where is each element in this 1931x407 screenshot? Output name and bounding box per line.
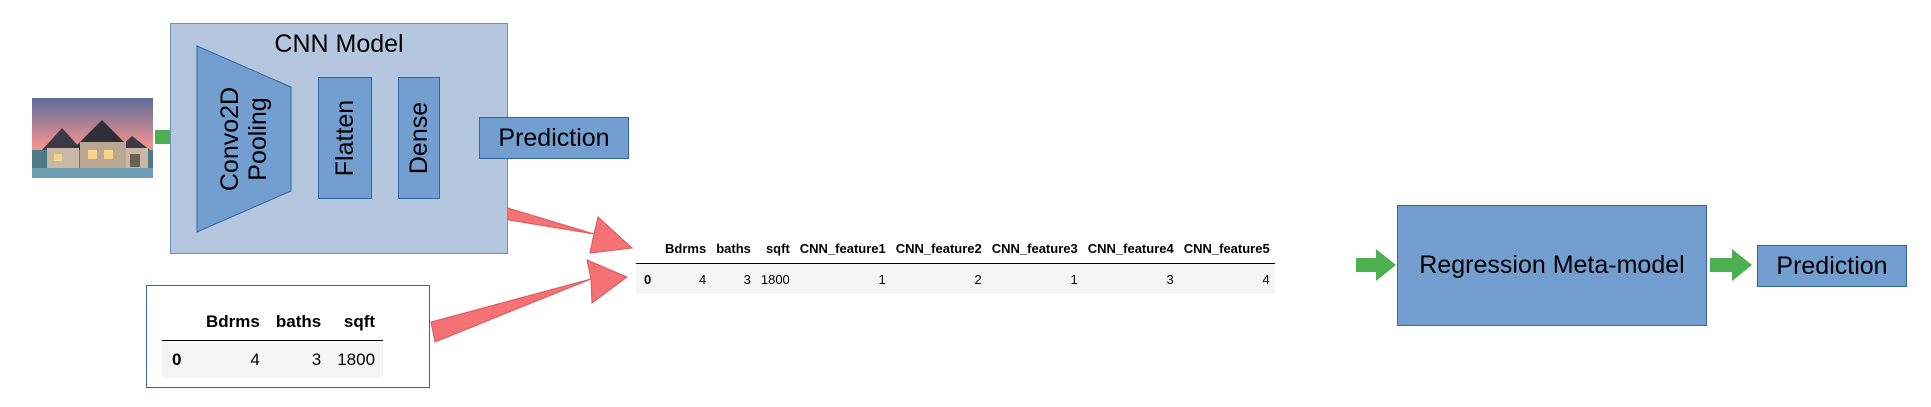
table-row: 0 4 3 1800 1 2 1 3 4 bbox=[636, 263, 1275, 294]
table-header-sqft: sqft bbox=[329, 303, 384, 341]
table-header-row: Bdrms baths sqft bbox=[162, 303, 384, 341]
flatten-layer: Flatten bbox=[318, 77, 372, 199]
table-header-cnn-feature5: CNN_feature5 bbox=[1178, 233, 1275, 264]
cnn-prediction-label: Prediction bbox=[498, 123, 610, 152]
cell-cnn-feature4: 3 bbox=[1166, 271, 1174, 287]
cell-cnn-feature3: 1 bbox=[1070, 271, 1078, 287]
convo2d-pooling-label: Convo2D Pooling bbox=[216, 86, 273, 192]
table-header-index bbox=[636, 233, 660, 264]
regression-meta-model-label: Regression Meta-model bbox=[1419, 251, 1685, 279]
table-header-sqft: sqft bbox=[755, 233, 795, 264]
table-header-index bbox=[162, 303, 198, 341]
arrow-table-to-meta bbox=[1356, 249, 1396, 281]
cell-bdrms: 4 bbox=[250, 349, 260, 369]
convo2d-pooling-label-wrap: Convo2D Pooling bbox=[196, 45, 292, 233]
final-prediction-label: Prediction bbox=[1776, 251, 1888, 280]
cell-cnn-feature2: 2 bbox=[974, 271, 982, 287]
cell-sqft: 1800 bbox=[337, 349, 376, 369]
dense-label: Dense bbox=[405, 101, 434, 175]
house-image bbox=[32, 98, 153, 178]
table-header-cnn-feature3: CNN_feature3 bbox=[986, 233, 1083, 264]
arrow-tabular-to-combined-table bbox=[430, 259, 628, 343]
table-header-baths: baths bbox=[267, 303, 330, 341]
cell-baths: 3 bbox=[311, 349, 322, 369]
final-prediction-box: Prediction bbox=[1757, 245, 1907, 287]
tabular-input-table: Bdrms baths sqft 0 4 3 1800 bbox=[162, 303, 384, 378]
cnn-prediction-box: Prediction bbox=[479, 117, 629, 159]
cell-sqft: 1800 bbox=[760, 271, 790, 287]
arrow-meta-to-prediction bbox=[1710, 249, 1752, 281]
house-photo-icon bbox=[32, 98, 153, 178]
tabular-input-panel: Bdrms baths sqft 0 4 3 1800 bbox=[146, 285, 430, 388]
dense-layer: Dense bbox=[398, 77, 440, 199]
table-header-bdrms: Bdrms bbox=[660, 233, 712, 264]
combined-features-table: Bdrms baths sqft CNN_feature1 CNN_featur… bbox=[636, 233, 1275, 294]
row-index: 0 bbox=[172, 349, 182, 369]
table-row: 0 4 3 1800 bbox=[162, 340, 384, 378]
table-header-bdrms: Bdrms bbox=[198, 303, 268, 341]
cell-baths: 3 bbox=[743, 271, 751, 287]
row-index: 0 bbox=[644, 271, 652, 287]
table-header-row: Bdrms baths sqft CNN_feature1 CNN_featur… bbox=[636, 233, 1275, 264]
cell-cnn-feature1: 1 bbox=[878, 271, 886, 287]
table-header-cnn-feature2: CNN_feature2 bbox=[890, 233, 987, 264]
regression-meta-model-box: Regression Meta-model bbox=[1397, 205, 1707, 326]
flatten-label: Flatten bbox=[331, 99, 359, 177]
cell-bdrms: 4 bbox=[698, 271, 707, 287]
table-header-cnn-feature4: CNN_feature4 bbox=[1082, 233, 1179, 264]
table-header-cnn-feature1: CNN_feature1 bbox=[794, 233, 891, 264]
table-header-baths: baths bbox=[711, 233, 756, 264]
cell-cnn-feature5: 4 bbox=[1262, 271, 1270, 287]
